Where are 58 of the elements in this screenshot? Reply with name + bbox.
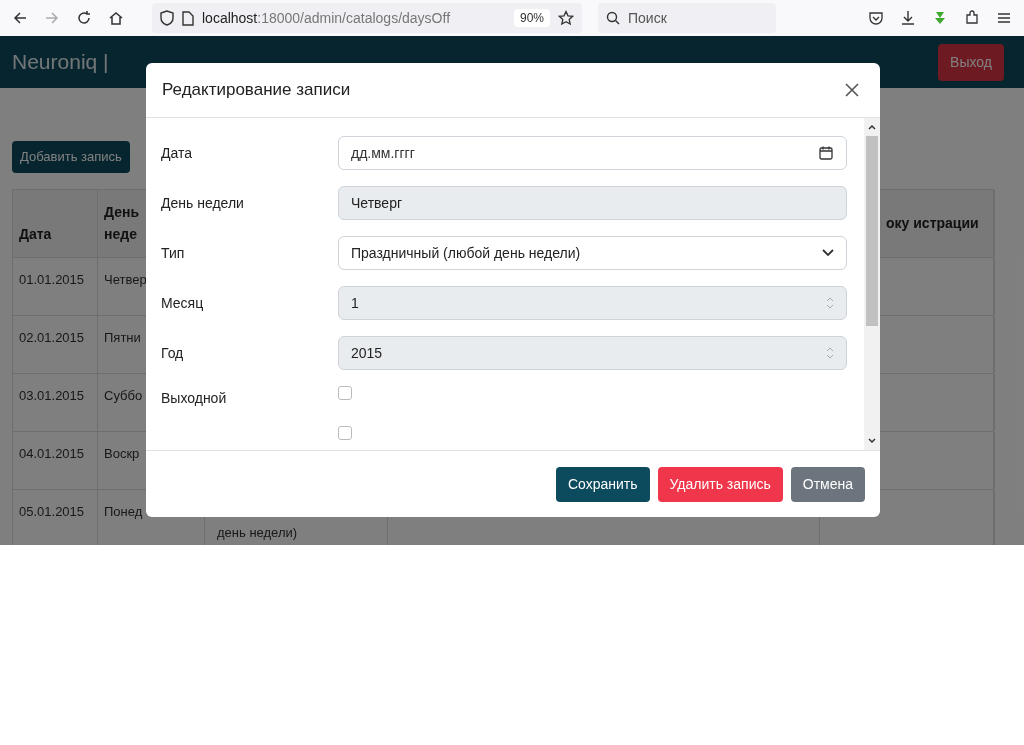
home-icon[interactable] xyxy=(108,10,124,26)
puzzle-icon[interactable] xyxy=(964,10,980,26)
delete-button[interactable]: Удалить запись xyxy=(657,466,783,502)
field-label: Месяц xyxy=(161,294,204,311)
column-header: Дата xyxy=(19,224,52,244)
field-label: Год xyxy=(161,344,184,361)
calendar-icon[interactable] xyxy=(819,146,833,160)
pocket-icon[interactable] xyxy=(868,10,884,26)
scroll-down-icon[interactable] xyxy=(867,436,877,446)
checkbox[interactable] xyxy=(338,426,352,440)
url-text: localhost:18000/admin/catalogs/daysOff xyxy=(202,8,451,28)
checkbox[interactable] xyxy=(338,386,352,400)
cancel-button[interactable]: Отмена xyxy=(790,466,865,502)
type-dropdown[interactable]: Праздничный (любой день недели) xyxy=(338,236,847,270)
menu-icon[interactable] xyxy=(996,10,1012,26)
zoom-level[interactable]: 90% xyxy=(513,9,550,27)
scrollbar[interactable] xyxy=(864,118,880,450)
table-cell: Четвер xyxy=(104,271,147,287)
page-icon xyxy=(182,10,194,26)
column-header: оку истрации xyxy=(886,214,979,233)
weekday-field: Четверг xyxy=(338,186,847,220)
field-label: Тип xyxy=(161,244,185,261)
spinner-icon xyxy=(826,347,834,359)
table-cell: Суббо xyxy=(104,387,143,403)
reload-icon[interactable] xyxy=(76,10,92,26)
star-icon[interactable] xyxy=(558,10,574,26)
field-label: День недели xyxy=(161,194,244,211)
table-cell: Понед xyxy=(104,503,143,519)
close-icon[interactable] xyxy=(844,82,860,98)
table-cell: 02.01.2015 xyxy=(19,329,85,345)
download-icon[interactable] xyxy=(900,10,916,26)
field-label: Дата xyxy=(161,144,192,161)
search-icon xyxy=(606,11,620,25)
add-record-button[interactable]: Добавить запись xyxy=(12,141,130,173)
scroll-up-icon[interactable] xyxy=(867,122,877,132)
table-cell: Воскр xyxy=(104,445,140,461)
app-title: Neuroniq | xyxy=(12,49,109,76)
field-label: Выходной xyxy=(161,389,227,406)
extension-icon[interactable] xyxy=(932,10,948,26)
table-cell: 05.01.2015 xyxy=(19,503,85,519)
back-icon[interactable] xyxy=(12,10,28,26)
table-cell: Пятни xyxy=(104,329,141,345)
address-bar[interactable]: localhost:18000/admin/catalogs/daysOff 90% xyxy=(152,3,582,33)
number-field: 2015 xyxy=(338,336,847,370)
search-field[interactable]: Поиск xyxy=(598,3,776,33)
date-field[interactable]: дд.мм.гггг xyxy=(338,136,847,170)
column-header: День неде xyxy=(104,203,140,244)
spinner-icon xyxy=(826,297,834,309)
shield-icon xyxy=(160,10,174,26)
table-cell: 01.01.2015 xyxy=(19,271,85,287)
chevron-down-icon xyxy=(822,249,834,257)
table-cell: 04.01.2015 xyxy=(19,445,85,461)
number-field: 1 xyxy=(338,286,847,320)
scroll-thumb[interactable] xyxy=(866,136,878,326)
modal-title: Редактирование записи xyxy=(162,79,351,102)
table-cell-text: день недели) xyxy=(217,524,298,542)
table-cell: 03.01.2015 xyxy=(19,387,85,403)
save-button[interactable]: Сохранить xyxy=(555,466,650,502)
